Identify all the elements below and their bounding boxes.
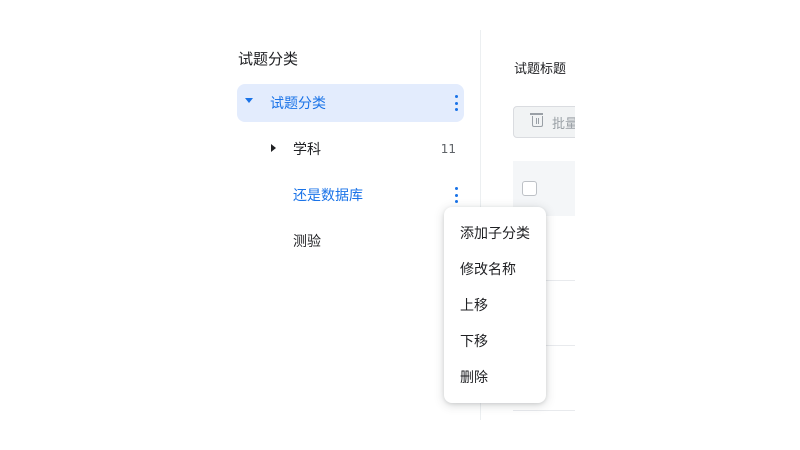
batch-delete-button[interactable]: 批量 [513, 106, 575, 138]
select-all-checkbox[interactable] [522, 181, 537, 196]
table-row-divider [513, 410, 575, 411]
tree-item-label: 还是数据库 [293, 188, 363, 204]
caret-right-icon[interactable] [271, 144, 276, 152]
menu-item-move-up[interactable]: 上移 [444, 287, 546, 323]
more-vert-icon[interactable] [454, 187, 458, 203]
menu-item-move-down[interactable]: 下移 [444, 323, 546, 359]
tree-item-label: 测验 [293, 234, 321, 250]
batch-button-label: 批量 [552, 116, 575, 132]
menu-item-delete[interactable]: 删除 [444, 359, 546, 395]
tree-item-database[interactable]: 还是数据库 [237, 176, 464, 214]
category-sidebar: 试题分类 试题分类 学科 11 还是数据库 测验 [225, 30, 480, 420]
menu-item-rename[interactable]: 修改名称 [444, 251, 546, 287]
menu-item-add-subcategory[interactable]: 添加子分类 [444, 215, 546, 251]
more-vert-icon[interactable] [454, 95, 458, 111]
column-title: 试题标题 [514, 62, 567, 77]
tree-item-subject[interactable]: 学科 11 [237, 130, 464, 168]
tree-item-label: 学科 [293, 142, 321, 158]
caret-down-icon[interactable] [245, 98, 253, 103]
tree-item-quiz[interactable]: 测验 [237, 222, 464, 260]
tree-item-label: 试题分类 [270, 96, 326, 112]
item-count: 11 [440, 142, 456, 156]
sidebar-title: 试题分类 [238, 50, 299, 68]
context-menu: 添加子分类 修改名称 上移 下移 删除 [444, 207, 546, 403]
trash-icon [530, 113, 543, 127]
tree-item-root[interactable]: 试题分类 [237, 84, 464, 122]
